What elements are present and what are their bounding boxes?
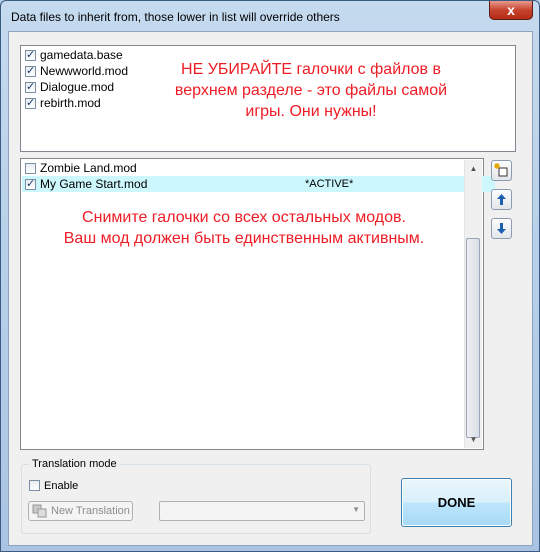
list-item-label: rebirth.mod (40, 96, 101, 110)
checkbox[interactable] (25, 63, 36, 79)
list-item-label: Dialogue.mod (40, 80, 115, 94)
list-item[interactable]: Newwworld.mod (25, 63, 128, 79)
list-item[interactable]: Dialogue.mod (25, 79, 114, 95)
new-item-icon (494, 163, 508, 177)
translation-mode-group (21, 464, 371, 534)
list-item[interactable]: rebirth.mod (25, 95, 101, 111)
mod-files-list[interactable]: Zombie Land.mod My Game Start.mod *ACTIV… (20, 158, 495, 450)
enable-label: Enable (44, 480, 79, 492)
window-title: Data files to inherit from, those lower … (11, 10, 340, 24)
scrollbar-thumb[interactable] (466, 238, 480, 438)
list-item-selected[interactable]: My Game Start.mod (25, 176, 147, 192)
dialog-window: Data files to inherit from, those lower … (0, 0, 540, 552)
language-select[interactable]: ▼ (159, 501, 365, 521)
move-up-button[interactable] (491, 189, 512, 210)
note-line: Снимите галочки со всех остальных модов. (82, 209, 406, 226)
list-item[interactable]: gamedata.base (25, 47, 123, 63)
base-files-list[interactable]: gamedata.base Newwworld.mod Dialogue.mod… (20, 45, 516, 152)
new-translation-label: New Translation (51, 505, 130, 517)
scroll-up-arrow-icon[interactable]: ▲ (465, 160, 482, 177)
move-down-button[interactable] (491, 218, 512, 239)
arrow-down-icon (497, 223, 506, 234)
active-status-label: *ACTIVE* (305, 178, 354, 190)
new-translation-button[interactable]: New Translation (28, 501, 133, 521)
vertical-scrollbar[interactable]: ▲ ▼ (464, 160, 482, 448)
checkbox[interactable] (25, 95, 36, 111)
note-line: НЕ УБИРАЙТЕ галочки с файлов в (181, 61, 441, 78)
dialog-client-area: gamedata.base Newwworld.mod Dialogue.mod… (8, 31, 533, 546)
checkbox[interactable] (29, 480, 40, 491)
list-item-label: My Game Start.mod (40, 177, 148, 191)
list-item-label: Newwworld.mod (40, 64, 129, 78)
chevron-down-icon: ▼ (352, 505, 360, 514)
title-bar[interactable]: Data files to inherit from, those lower … (1, 1, 539, 31)
checkbox[interactable] (25, 47, 36, 63)
scroll-down-arrow-icon[interactable]: ▼ (465, 431, 482, 448)
arrow-up-icon (497, 194, 506, 205)
note-line: верхнем разделе - это файлы самой (174, 82, 448, 99)
mod-list-note: Снимите галочки со всех остальных модов.… (21, 207, 467, 249)
add-new-button[interactable] (491, 160, 512, 181)
list-item-label: Zombie Land.mod (40, 161, 137, 175)
enable-translation-checkbox[interactable]: Enable (29, 480, 78, 492)
list-item[interactable]: Zombie Land.mod (25, 160, 137, 176)
translation-mode-label: Translation mode (29, 458, 120, 470)
base-files-note: НЕ УБИРАЙТЕ галочки с файлов в верхнем р… (161, 59, 461, 122)
done-button[interactable]: DONE (401, 478, 512, 527)
checkbox[interactable] (25, 79, 36, 95)
note-line: игры. Они нужны! (245, 103, 377, 120)
checkbox[interactable] (25, 176, 36, 192)
translation-icon (32, 504, 47, 518)
note-line: Ваш мод должен быть единственным активны… (63, 230, 425, 247)
close-button[interactable]: x (489, 1, 533, 20)
list-item-label: gamedata.base (40, 48, 123, 62)
checkbox[interactable] (25, 163, 36, 174)
